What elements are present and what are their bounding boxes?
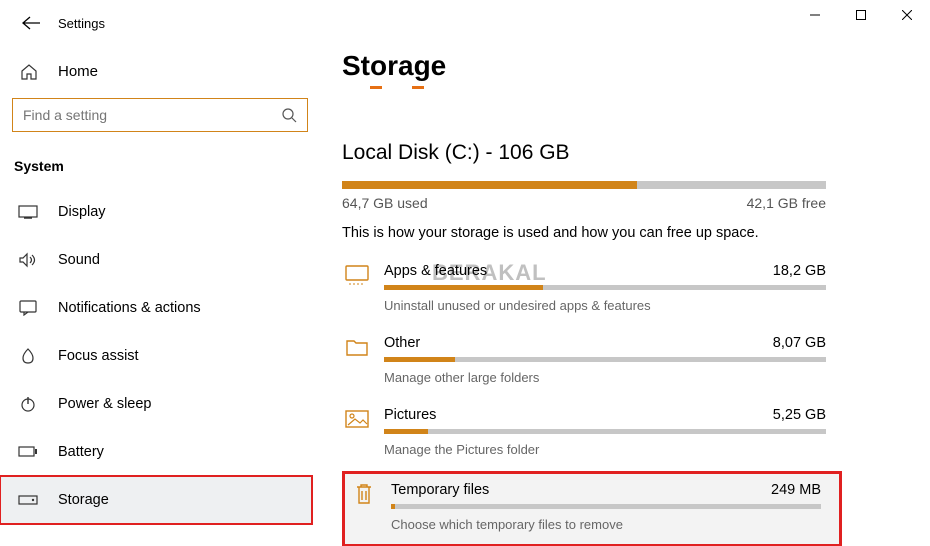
section-label: System	[14, 158, 320, 174]
disk-description: This is how your storage is used and how…	[342, 225, 890, 241]
home-icon	[20, 64, 38, 80]
sidebar: Settings Home System Display Sound	[0, 0, 320, 546]
disk-used-label: 64,7 GB used	[342, 195, 428, 211]
nav-label: Sound	[58, 252, 100, 268]
trash-icon	[349, 482, 379, 506]
disk-title: Local Disk (C:) - 106 GB	[342, 141, 890, 165]
main-content: Storage Local Disk (C:) - 106 GB 64,7 GB…	[320, 0, 930, 546]
search-icon	[282, 108, 297, 123]
category-apps-features[interactable]: Apps & features 18,2 GB Uninstall unused…	[342, 263, 890, 313]
category-name: Other	[384, 335, 420, 351]
pictures-icon	[342, 407, 372, 431]
nav-label: Notifications & actions	[58, 300, 201, 316]
category-name: Apps & features	[384, 263, 487, 279]
nav-label: Storage	[58, 492, 109, 508]
sidebar-item-home[interactable]: Home	[0, 57, 320, 86]
apps-icon	[342, 263, 372, 287]
category-bar	[384, 357, 826, 362]
sound-icon	[18, 252, 38, 268]
category-sub: Manage the Pictures folder	[384, 442, 890, 457]
sidebar-item-notifications[interactable]: Notifications & actions	[0, 284, 312, 332]
category-temporary-files-highlight: Temporary files 249 MB Choose which temp…	[342, 471, 842, 546]
category-bar	[391, 504, 821, 509]
back-icon[interactable]	[22, 16, 40, 30]
close-button[interactable]	[884, 0, 930, 30]
sidebar-item-power-sleep[interactable]: Power & sleep	[0, 380, 312, 428]
category-name: Temporary files	[391, 482, 489, 498]
battery-icon	[18, 446, 38, 458]
sidebar-item-display[interactable]: Display	[0, 188, 312, 236]
category-bar	[384, 429, 826, 434]
disk-usage-bar	[342, 181, 826, 189]
page-title: Storage	[342, 50, 890, 82]
category-name: Pictures	[384, 407, 436, 423]
category-sub: Uninstall unused or undesired apps & fea…	[384, 298, 890, 313]
focus-assist-icon	[18, 348, 38, 364]
sidebar-item-storage[interactable]: Storage	[0, 476, 312, 524]
category-sub: Manage other large folders	[384, 370, 890, 385]
minimize-button[interactable]	[792, 0, 838, 30]
disk-free-label: 42,1 GB free	[747, 195, 826, 211]
folder-icon	[342, 335, 372, 359]
category-pictures[interactable]: Pictures 5,25 GB Manage the Pictures fol…	[342, 407, 890, 457]
notifications-icon	[18, 300, 38, 316]
window-title: Settings	[58, 14, 105, 31]
category-other[interactable]: Other 8,07 GB Manage other large folders	[342, 335, 890, 385]
search-container[interactable]	[12, 98, 308, 132]
category-size: 5,25 GB	[773, 407, 826, 423]
category-size: 18,2 GB	[773, 263, 826, 279]
nav-label: Display	[58, 204, 106, 220]
maximize-button[interactable]	[838, 0, 884, 30]
sidebar-item-sound[interactable]: Sound	[0, 236, 312, 284]
category-temporary-files[interactable]: Temporary files 249 MB Choose which temp…	[349, 482, 827, 532]
nav-label: Battery	[58, 444, 104, 460]
storage-icon	[18, 495, 38, 505]
category-size: 8,07 GB	[773, 335, 826, 351]
search-input[interactable]	[23, 107, 282, 123]
category-bar	[384, 285, 826, 290]
nav-label: Focus assist	[58, 348, 139, 364]
category-size: 249 MB	[771, 482, 821, 498]
category-sub: Choose which temporary files to remove	[391, 517, 827, 532]
nav-label: Power & sleep	[58, 396, 152, 412]
sidebar-item-focus-assist[interactable]: Focus assist	[0, 332, 312, 380]
display-icon	[18, 205, 38, 219]
sidebar-item-battery[interactable]: Battery	[0, 428, 312, 476]
power-icon	[18, 396, 38, 412]
home-label: Home	[58, 63, 98, 80]
